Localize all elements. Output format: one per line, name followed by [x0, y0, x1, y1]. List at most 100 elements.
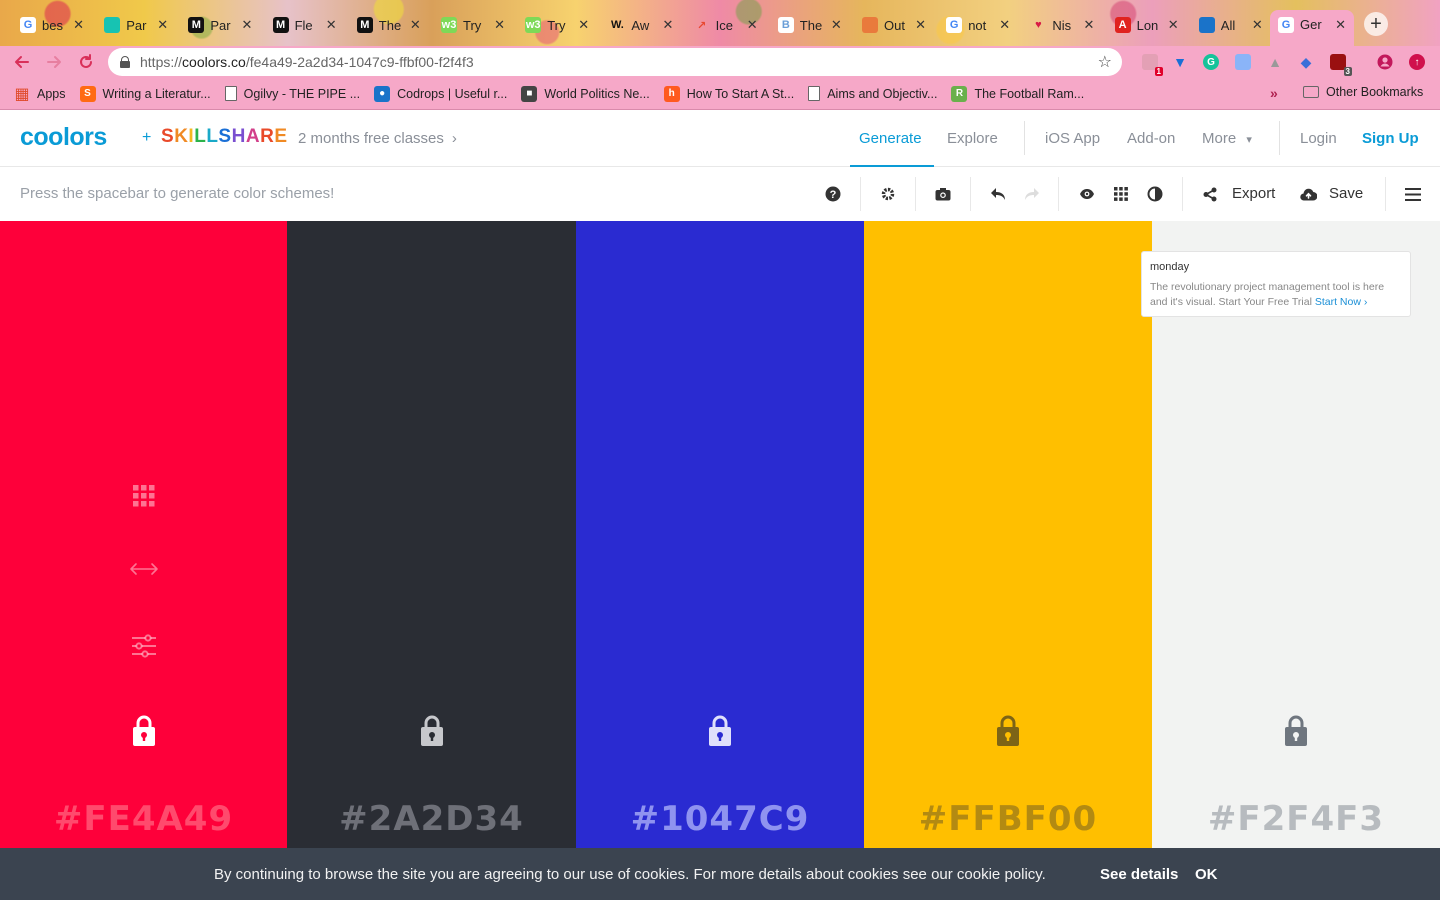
- sponsored-ad[interactable]: monday The revolutionary project managem…: [1141, 251, 1411, 317]
- drag-arrows-icon[interactable]: [129, 562, 159, 581]
- browser-tab[interactable]: M The ✕: [349, 10, 429, 40]
- signup-link[interactable]: Sign Up: [1362, 130, 1419, 147]
- shades-grid-icon[interactable]: [132, 485, 155, 512]
- vpn-extension-icon[interactable]: ▼: [1172, 54, 1188, 70]
- reload-icon[interactable]: [74, 50, 98, 74]
- bookmark-item[interactable]: R The Football Ram...: [951, 85, 1084, 102]
- color-hex-code[interactable]: #FE4A49: [0, 799, 287, 839]
- ublock-icon[interactable]: 3: [1330, 54, 1352, 76]
- forward-arrow-icon[interactable]: [42, 50, 66, 74]
- bookmark-item[interactable]: ● Codrops | Useful r...: [374, 85, 507, 102]
- camera-icon[interactable]: [932, 183, 954, 205]
- browser-tab[interactable]: G Ger ✕: [1270, 10, 1354, 46]
- browser-tab[interactable]: All ✕: [1191, 10, 1271, 40]
- bookmarks-overflow-button[interactable]: »: [1270, 85, 1278, 101]
- export-button[interactable]: Export: [1232, 185, 1275, 202]
- tab-close-icon[interactable]: ✕: [326, 17, 337, 33]
- nav-explore[interactable]: Explore: [947, 130, 998, 147]
- help-icon[interactable]: ?: [822, 183, 844, 205]
- address-bar[interactable]: https://coolors.co/fe4a49-2a2d34-1047c9-…: [108, 48, 1122, 76]
- bookmark-item[interactable]: ▦ Apps: [14, 86, 65, 103]
- tab-close-icon[interactable]: ✕: [831, 17, 842, 33]
- lock-icon[interactable]: [1284, 715, 1308, 747]
- update-icon[interactable]: ↑: [1409, 54, 1425, 70]
- extension-badge-icon[interactable]: 1: [1142, 54, 1163, 76]
- grid-view-icon[interactable]: [1110, 183, 1132, 205]
- browser-tab[interactable]: w3 Try ✕: [517, 10, 597, 40]
- tab-close-icon[interactable]: ✕: [241, 17, 252, 33]
- color-hex-code[interactable]: #F2F4F3: [1152, 799, 1440, 839]
- browser-tab[interactable]: Gbes ✕: [12, 10, 92, 40]
- adjust-sliders-icon[interactable]: [131, 633, 157, 664]
- ad-cta-link[interactable]: Start Now ›: [1315, 296, 1368, 308]
- hamburger-menu-icon[interactable]: [1402, 183, 1424, 205]
- undo-icon[interactable]: [987, 183, 1009, 205]
- bookmark-item[interactable]: h How To Start A St...: [663, 85, 794, 102]
- tab-close-icon[interactable]: ✕: [410, 17, 421, 33]
- color-hex-code[interactable]: #FFBF00: [864, 799, 1152, 839]
- bookmark-item[interactable]: S Writing a Literatur...: [79, 85, 211, 102]
- color-swatch[interactable]: #1047C9: [576, 221, 864, 848]
- color-hex-code[interactable]: #2A2D34: [287, 799, 576, 839]
- grammarly-icon[interactable]: G: [1203, 54, 1219, 70]
- tab-close-icon[interactable]: ✕: [1252, 17, 1263, 33]
- browser-tab[interactable]: M Fle ✕: [265, 10, 345, 40]
- tab-close-icon[interactable]: ✕: [747, 17, 758, 33]
- nav-ios-app[interactable]: iOS App: [1045, 130, 1100, 147]
- tab-close-icon[interactable]: ✕: [662, 17, 673, 33]
- promo-link[interactable]: 2 months free classes ›: [298, 130, 457, 147]
- lock-icon[interactable]: [132, 715, 156, 747]
- redo-icon[interactable]: [1021, 183, 1043, 205]
- nav-more[interactable]: More ▾: [1202, 130, 1252, 147]
- browser-tab[interactable]: w3 Try ✕: [433, 10, 513, 40]
- contrast-icon[interactable]: [1144, 183, 1166, 205]
- browser-tab[interactable]: W. Aw ✕: [601, 10, 681, 40]
- tab-close-icon[interactable]: ✕: [1335, 17, 1346, 33]
- tab-close-icon[interactable]: ✕: [999, 17, 1010, 33]
- login-link[interactable]: Login: [1300, 130, 1337, 147]
- cloud-upload-icon[interactable]: [1297, 183, 1319, 205]
- nav-add-on[interactable]: Add-on: [1127, 130, 1175, 147]
- share-icon[interactable]: [1199, 183, 1221, 205]
- tab-close-icon[interactable]: ✕: [1168, 17, 1179, 33]
- cookie-ok-button[interactable]: OK: [1195, 866, 1218, 883]
- browser-tab[interactable]: Gnot ✕: [938, 10, 1018, 40]
- tab-close-icon[interactable]: ✕: [157, 17, 168, 33]
- lock-icon[interactable]: [996, 715, 1020, 747]
- browser-tab[interactable]: A Lon ✕: [1107, 10, 1187, 40]
- drive-extension-icon[interactable]: ▲: [1267, 54, 1283, 70]
- browser-tab[interactable]: Par ✕: [96, 10, 176, 40]
- tab-close-icon[interactable]: ✕: [1083, 17, 1094, 33]
- docs-extension-icon[interactable]: [1235, 54, 1251, 70]
- tab-close-icon[interactable]: ✕: [494, 17, 505, 33]
- bookmark-item[interactable]: Ogilvy - THE PIPE ...: [224, 86, 360, 101]
- bookmark-star-icon[interactable]: ☆: [1098, 52, 1112, 72]
- browser-tab[interactable]: B The ✕: [770, 10, 850, 40]
- browser-tab[interactable]: Out ✕: [854, 10, 934, 40]
- tab-close-icon[interactable]: ✕: [578, 17, 589, 33]
- bookmark-item[interactable]: ■ World Politics Ne...: [521, 85, 650, 102]
- color-hex-code[interactable]: #1047C9: [576, 799, 864, 839]
- lock-icon[interactable]: [420, 715, 444, 747]
- see-details-link[interactable]: See details: [1100, 866, 1178, 883]
- browser-tab[interactable]: ↗ Ice ✕: [686, 10, 766, 40]
- settings-gear-icon[interactable]: [877, 183, 899, 205]
- tab-close-icon[interactable]: ✕: [73, 17, 84, 33]
- color-swatch[interactable]: #FE4A49: [0, 221, 287, 848]
- browser-tab[interactable]: M Par ✕: [180, 10, 260, 40]
- color-swatch[interactable]: #2A2D34: [287, 221, 576, 848]
- view-eye-icon[interactable]: [1076, 183, 1098, 205]
- tab-close-icon[interactable]: ✕: [915, 17, 926, 33]
- bookmark-item[interactable]: Aims and Objectiv...: [808, 86, 937, 101]
- color-swatch[interactable]: #FFBF00: [864, 221, 1152, 848]
- save-button[interactable]: Save: [1329, 185, 1363, 202]
- layers-extension-icon[interactable]: ◆: [1298, 54, 1314, 70]
- new-tab-button[interactable]: +: [1364, 12, 1388, 36]
- other-bookmarks[interactable]: Other Bookmarks: [1303, 85, 1423, 99]
- profile-icon[interactable]: [1377, 54, 1393, 70]
- browser-tab[interactable]: ♥ Nis ✕: [1022, 10, 1102, 40]
- skillshare-logo[interactable]: SKILLSHARE: [161, 126, 288, 148]
- back-arrow-icon[interactable]: [10, 50, 34, 74]
- coolors-logo[interactable]: coolors: [20, 123, 107, 152]
- nav-generate[interactable]: Generate: [859, 130, 922, 147]
